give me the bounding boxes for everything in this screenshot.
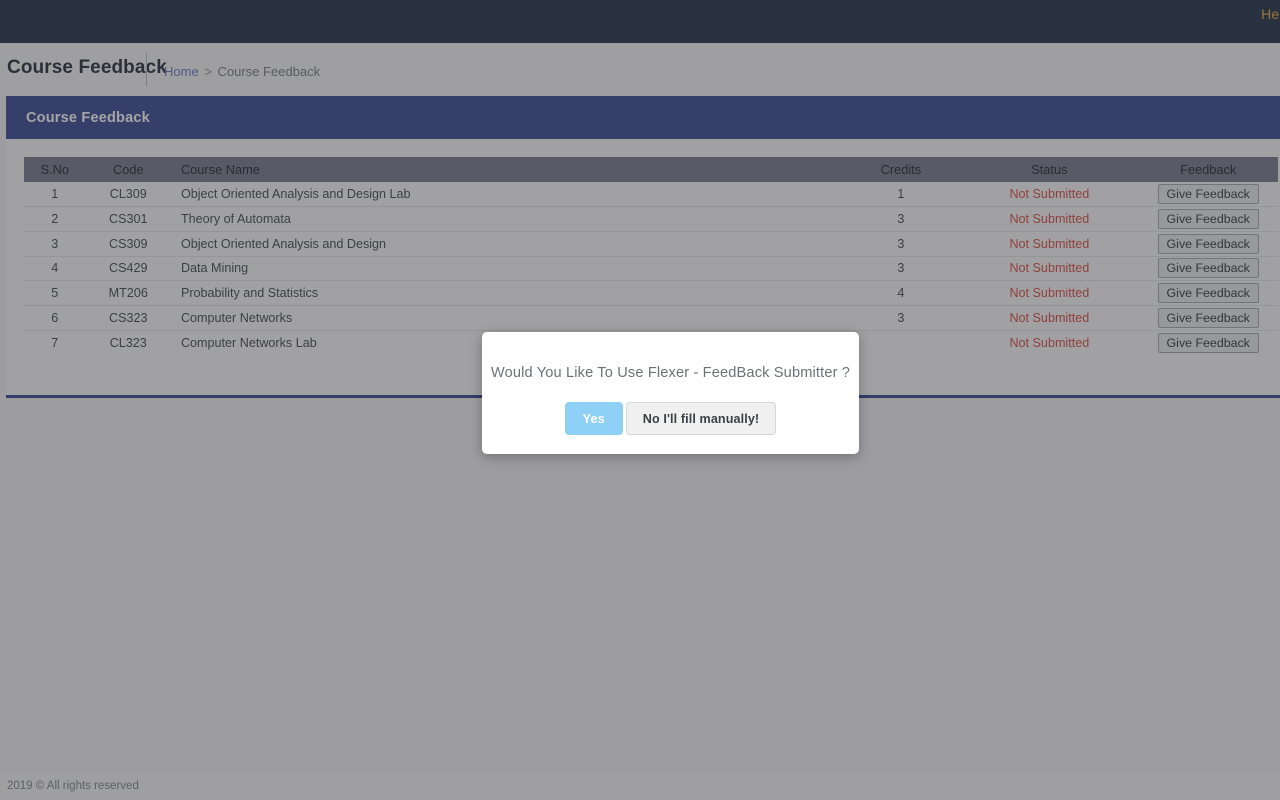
flexer-confirm-dialog: Would You Like To Use Flexer - FeedBack … [482, 332, 859, 454]
yes-button[interactable]: Yes [565, 402, 623, 435]
fill-manually-button[interactable]: No I'll fill manually! [626, 402, 776, 435]
dialog-message: Would You Like To Use Flexer - FeedBack … [482, 365, 859, 381]
dialog-actions: Yes No I'll fill manually! [482, 402, 859, 435]
